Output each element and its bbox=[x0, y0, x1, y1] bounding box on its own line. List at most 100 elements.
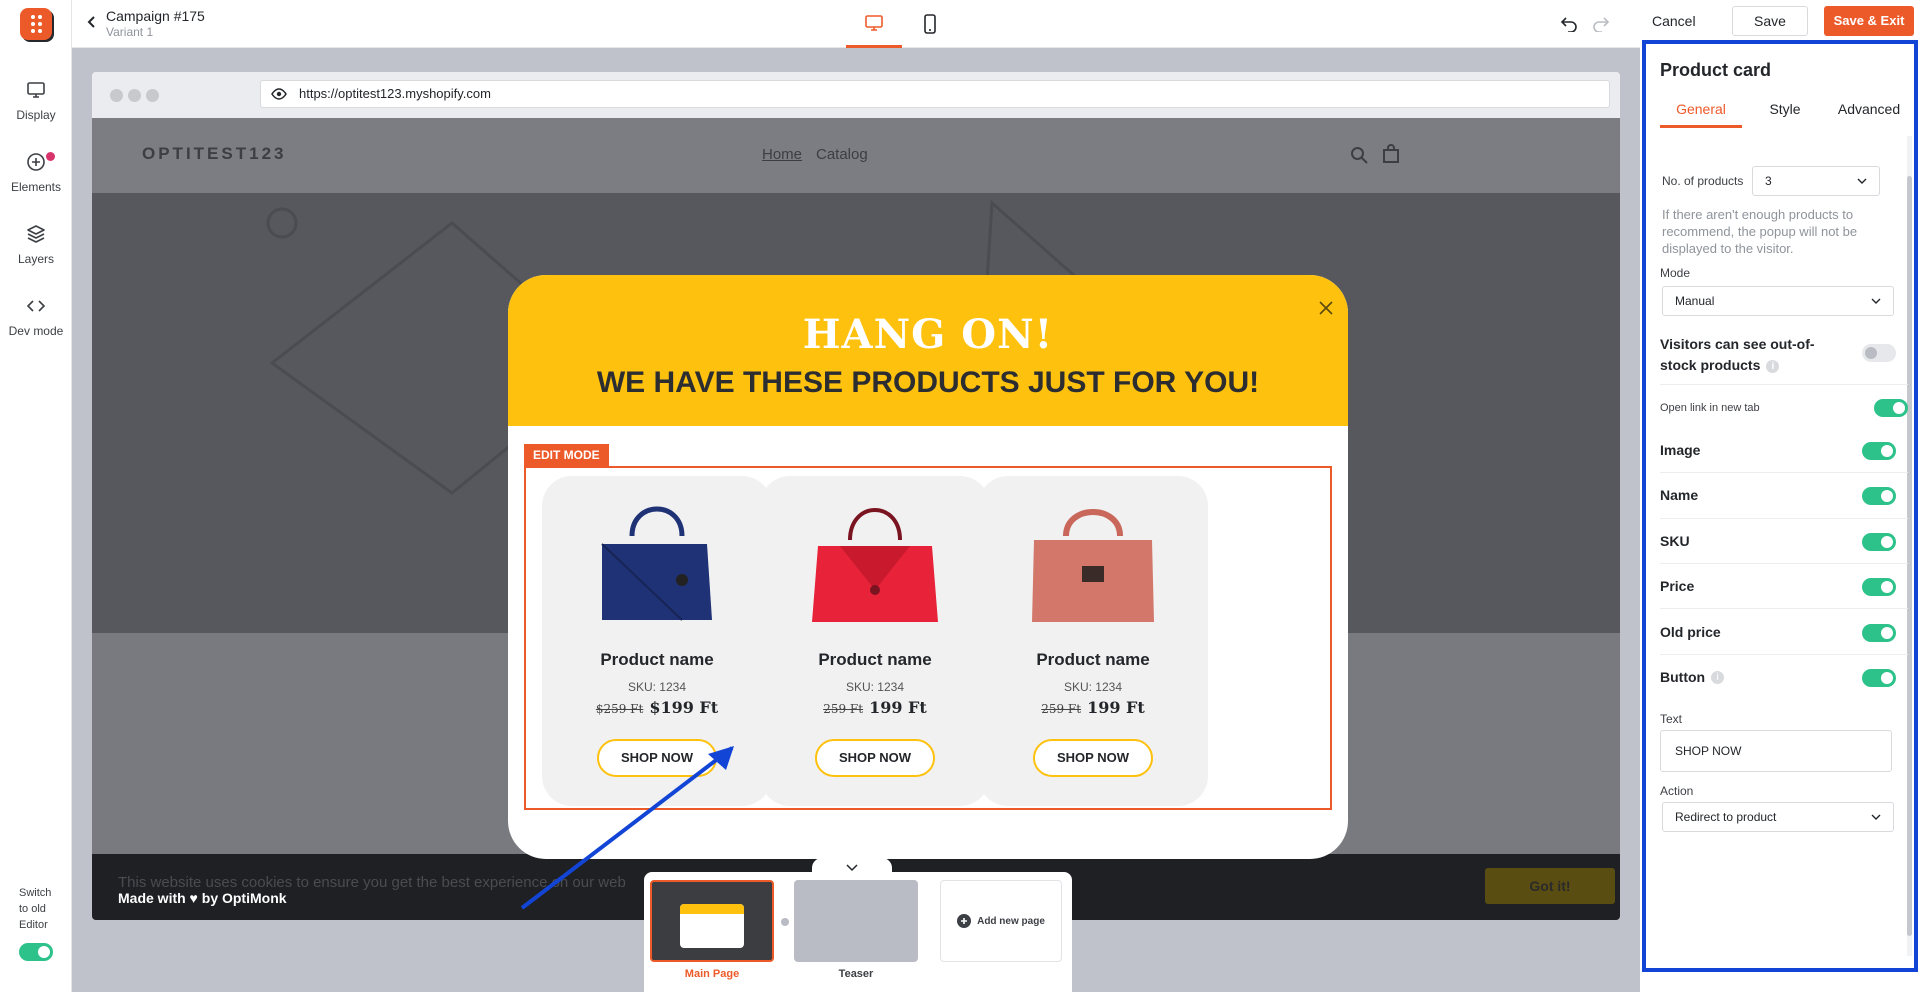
info-icon[interactable]: i bbox=[1766, 359, 1780, 373]
product-sku: SKU: 1234 bbox=[627, 680, 687, 694]
thumb-preview bbox=[680, 904, 744, 948]
collapse-pages-button[interactable] bbox=[812, 858, 892, 878]
back-arrow-icon[interactable] bbox=[84, 14, 100, 30]
image-toggle-row: Image bbox=[1660, 442, 1908, 460]
undo-icon[interactable] bbox=[1560, 14, 1578, 32]
mode-select[interactable]: Manual bbox=[1662, 286, 1894, 316]
old-price-toggle-row: Old price bbox=[1660, 624, 1908, 642]
price-label: Price bbox=[1660, 578, 1695, 594]
cookie-accept-button[interactable]: Got it! bbox=[1485, 868, 1615, 904]
redo-icon[interactable] bbox=[1592, 14, 1610, 32]
page-label-main[interactable]: Main Page bbox=[650, 968, 774, 980]
button-toggle[interactable] bbox=[1862, 669, 1896, 687]
desktop-view-button[interactable] bbox=[846, 0, 902, 48]
sidebar-item-elements[interactable]: Elements bbox=[0, 152, 72, 194]
shop-now-button[interactable]: SHOP NOW bbox=[815, 739, 935, 777]
product-price: 199 Ft bbox=[1087, 698, 1145, 717]
sidebar-item-display[interactable]: Display bbox=[0, 80, 72, 122]
add-new-page-button[interactable]: Add new page bbox=[940, 880, 1062, 962]
sidebar-item-label: Elements bbox=[10, 180, 62, 194]
name-toggle[interactable] bbox=[1862, 487, 1896, 505]
no-products-label: No. of products bbox=[1662, 174, 1744, 188]
search-icon[interactable] bbox=[1350, 146, 1368, 164]
image-label: Image bbox=[1660, 442, 1701, 458]
popup-header: HANG ON! WE HAVE THESE PRODUCTS JUST FOR… bbox=[508, 275, 1348, 426]
tab-style[interactable]: Style bbox=[1752, 94, 1818, 128]
product-name: Product name bbox=[600, 650, 714, 669]
product-name: Product name bbox=[818, 650, 932, 669]
monitor-icon bbox=[27, 82, 45, 98]
url-bar[interactable]: https://optitest123.myshopify.com bbox=[260, 80, 1610, 108]
plus-circle-icon bbox=[957, 914, 972, 928]
sidebar-item-dev-mode[interactable]: Dev mode bbox=[0, 296, 72, 338]
panel-title: Product card bbox=[1660, 60, 1772, 80]
made-with-optimonk[interactable]: Made with ♥ by OptiMonk bbox=[118, 890, 287, 906]
image-toggle[interactable] bbox=[1862, 442, 1896, 460]
text-label: Text bbox=[1660, 712, 1683, 726]
price-toggle[interactable] bbox=[1862, 578, 1896, 596]
properties-panel: Product card General Style Advanced No. … bbox=[1642, 40, 1918, 972]
old-price-label: Old price bbox=[1660, 624, 1721, 640]
save-exit-button[interactable]: Save & Exit bbox=[1824, 6, 1914, 36]
mode-value: Manual bbox=[1675, 294, 1715, 308]
mobile-view-button[interactable] bbox=[902, 0, 958, 48]
page-thumb-main[interactable] bbox=[650, 880, 774, 962]
product-card[interactable]: Product name SKU: 1234 259 Ft 199 Ft SHOP… bbox=[978, 476, 1208, 806]
product-old-price: $259 Ft bbox=[595, 702, 644, 716]
switch-old-editor-toggle[interactable] bbox=[19, 943, 53, 961]
sku-toggle[interactable] bbox=[1862, 533, 1896, 551]
store-nav-home[interactable]: Home bbox=[762, 146, 802, 163]
layers-icon bbox=[27, 225, 45, 243]
popup-headline[interactable]: HANG ON! bbox=[508, 311, 1348, 358]
product-name: Product name bbox=[1036, 650, 1150, 669]
product-card[interactable]: Product name SKU: 1234 259 Ft 199 Ft SHOP… bbox=[760, 476, 990, 806]
sidebar-item-layers[interactable]: Layers bbox=[0, 224, 72, 266]
handbag-image bbox=[601, 506, 712, 621]
divider bbox=[1660, 384, 1908, 385]
desktop-icon bbox=[865, 14, 883, 31]
action-select[interactable]: Redirect to product bbox=[1662, 802, 1894, 832]
notification-dot bbox=[46, 152, 55, 161]
open-new-tab-toggle[interactable] bbox=[1874, 399, 1908, 417]
tab-general[interactable]: General bbox=[1660, 94, 1742, 128]
popup-subheadline[interactable]: WE HAVE THESE PRODUCTS JUST FOR YOU! bbox=[508, 366, 1348, 400]
close-icon[interactable] bbox=[1318, 300, 1334, 316]
add-new-page-label: Add new page bbox=[977, 915, 1045, 927]
product-old-price: 259 Ft bbox=[1041, 702, 1082, 716]
sidebar-item-label: Layers bbox=[17, 252, 55, 266]
store-brand: OPTITEST123 bbox=[142, 144, 287, 163]
cart-icon[interactable] bbox=[1382, 144, 1400, 164]
code-icon bbox=[26, 300, 46, 312]
open-new-tab-row: Open link in new tab bbox=[1660, 396, 1908, 420]
panel-tabs: General Style Advanced bbox=[1660, 94, 1910, 128]
out-of-stock-toggle[interactable] bbox=[1862, 344, 1896, 362]
tab-advanced[interactable]: Advanced bbox=[1828, 94, 1910, 128]
url-text: https://optitest123.myshopify.com bbox=[299, 86, 491, 101]
handbag-image bbox=[812, 508, 938, 622]
product-price: 199 Ft bbox=[869, 698, 927, 717]
product-price: $199 Ft bbox=[649, 698, 719, 717]
chevron-down-icon bbox=[846, 864, 858, 872]
browser-chrome: https://optitest123.myshopify.com bbox=[92, 72, 1620, 118]
action-value: Redirect to product bbox=[1675, 810, 1777, 824]
chevron-down-icon bbox=[1871, 814, 1881, 820]
info-icon[interactable]: i bbox=[1711, 671, 1725, 685]
save-button[interactable]: Save bbox=[1732, 6, 1808, 36]
product-sku: SKU: 1234 bbox=[1063, 680, 1123, 694]
old-price-toggle[interactable] bbox=[1862, 624, 1896, 642]
store-nav-catalog[interactable]: Catalog bbox=[816, 146, 868, 163]
switch-label: Switch bbox=[19, 887, 52, 899]
switch-label: to old bbox=[19, 903, 46, 915]
chevron-down-icon bbox=[1857, 178, 1867, 184]
button-text-input[interactable]: SHOP NOW bbox=[1660, 730, 1892, 772]
page-label-teaser[interactable]: Teaser bbox=[794, 968, 918, 980]
page-thumb-teaser[interactable] bbox=[794, 880, 918, 962]
no-products-select[interactable]: 3 bbox=[1752, 166, 1880, 196]
cancel-button[interactable]: Cancel bbox=[1652, 6, 1696, 36]
optimonk-logo[interactable] bbox=[20, 8, 52, 40]
shop-now-button[interactable]: SHOP NOW bbox=[1033, 739, 1153, 777]
chevron-down-icon bbox=[1871, 298, 1881, 304]
plus-circle-icon bbox=[27, 153, 45, 171]
eye-icon bbox=[271, 88, 287, 100]
sidebar-item-label: Display bbox=[16, 108, 56, 122]
